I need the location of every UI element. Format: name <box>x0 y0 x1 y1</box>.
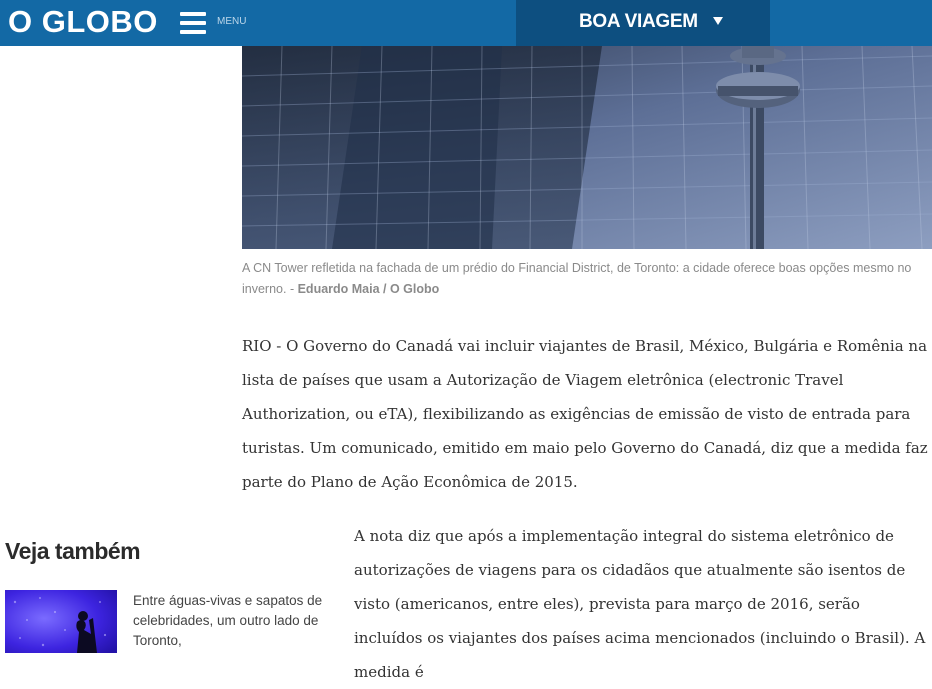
site-logo[interactable]: O GLOBO <box>8 4 158 40</box>
top-navigation-bar: O GLOBO MENU BOA VIAGEM <box>0 0 932 46</box>
section-dropdown[interactable]: BOA VIAGEM <box>516 0 770 46</box>
related-title: Veja também <box>5 538 141 564</box>
related-headline[interactable]: Entre águas-vivas e sapatos de celebrida… <box>133 591 323 651</box>
related-articles: Veja também Entre águas-vivas e sapatos … <box>5 538 325 653</box>
caret-down-icon <box>713 17 723 25</box>
related-article-item[interactable]: Entre águas-vivas e sapatos de celebrida… <box>5 590 325 660</box>
cn-tower-reflection-icon <box>242 46 932 249</box>
menu-label: MENU <box>217 16 247 27</box>
menu-button[interactable]: MENU <box>180 9 250 37</box>
related-thumbnail[interactable] <box>5 590 117 653</box>
section-title: BOA VIAGEM <box>579 11 698 32</box>
article-photo <box>242 46 932 249</box>
caption-credit: Eduardo Maia / O Globo <box>297 282 440 296</box>
jellyfish-aquarium-icon <box>5 590 117 653</box>
article-paragraph: A nota diz que após a implementação inte… <box>354 527 926 681</box>
photo-caption: A CN Tower refletida na fachada de um pr… <box>242 258 930 300</box>
hamburger-icon <box>180 12 206 34</box>
article-paragraph: RIO - O Governo do Canadá vai incluir vi… <box>242 337 928 491</box>
